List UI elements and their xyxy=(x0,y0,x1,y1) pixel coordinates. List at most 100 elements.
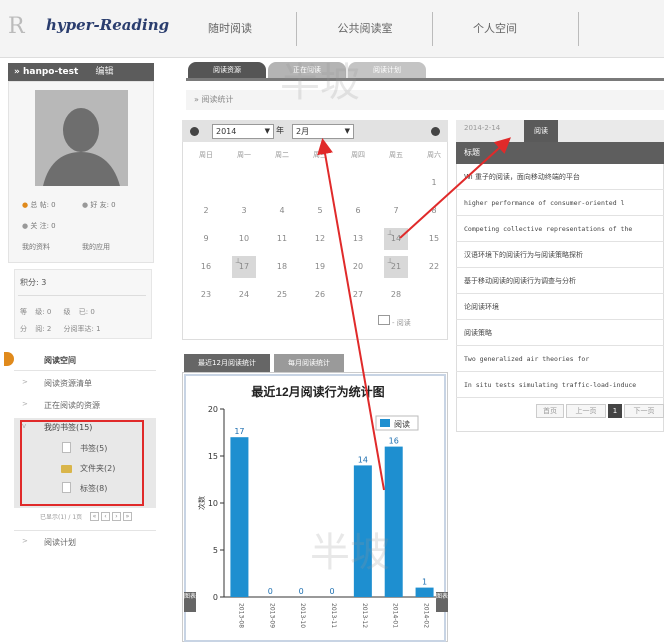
calendar-day-marked[interactable]: ⊥ 14 xyxy=(384,228,408,250)
x-tick-label: 2013-12 xyxy=(361,603,368,628)
calendar-day[interactable]: 28 xyxy=(384,284,408,306)
calendar-day[interactable]: 11 xyxy=(270,228,294,250)
my-profile-link[interactable]: 我的资料 xyxy=(22,242,50,252)
x-tick-label: 2013-11 xyxy=(330,603,337,628)
menu-resource-list[interactable]: 阅读资源清单 xyxy=(44,378,92,389)
reading-list-item[interactable]: Wi 重子的阅读，面向移动终端的平台 xyxy=(456,164,664,190)
calendar-day-number: 5 xyxy=(317,206,323,215)
weekday-label: 周三 xyxy=(313,151,327,159)
chart-side-button-right[interactable]: 图表 xyxy=(436,592,448,612)
calendar-day[interactable]: 12 xyxy=(308,228,332,250)
calendar-day[interactable]: 18 xyxy=(270,256,294,278)
tab-strip xyxy=(186,78,664,81)
calendar-day[interactable]: 15 xyxy=(422,228,446,250)
calendar-day-number: 9 xyxy=(203,234,209,243)
nav-item-public-room[interactable]: 公共阅读室 xyxy=(310,14,420,44)
reading-list-item[interactable]: 阅读策略 xyxy=(456,320,664,346)
watermark: 半坡 xyxy=(280,60,360,106)
bar-chart: 最近12月阅读行为统计图05101520次数阅读172013-0802013-0… xyxy=(197,384,440,628)
y-tick-label: 20 xyxy=(208,405,218,414)
legend-swatch xyxy=(380,419,390,427)
reading-list-item[interactable]: Two generalized air theories for xyxy=(456,346,664,372)
calendar-day[interactable]: 2 xyxy=(194,200,218,222)
calendar-day[interactable]: 26 xyxy=(308,284,332,306)
calendar-day-number: 13 xyxy=(352,234,364,243)
calendar-day[interactable]: 6 xyxy=(346,200,370,222)
menu-reading-space[interactable]: 阅读空间 xyxy=(44,355,76,366)
reading-list-item[interactable]: higher performance of consumer-oriented … xyxy=(456,190,664,216)
year-select[interactable]: 2014 ▼ xyxy=(212,124,274,139)
reading-list-item[interactable]: In situ tests simulating traffic-load-in… xyxy=(456,372,664,398)
nav-item-personal-space[interactable]: 个人空间 xyxy=(440,14,550,44)
calendar-day-number: 2 xyxy=(203,206,209,215)
chart-side-button-left[interactable]: 图表 xyxy=(184,592,196,612)
nav-divider xyxy=(432,12,433,46)
calendar-day-number: 15 xyxy=(428,234,440,243)
my-apps-link[interactable]: 我的应用 xyxy=(82,242,110,252)
menu-reading-plan[interactable]: 阅读计划 xyxy=(44,537,76,548)
calendar-day[interactable]: 24 xyxy=(232,284,256,306)
avatar[interactable] xyxy=(35,90,128,186)
calendar-day-marked[interactable]: ⊥ 21 xyxy=(384,256,408,278)
reading-tab[interactable]: 阅读 xyxy=(524,120,558,142)
reading-list-item[interactable]: Competing collective representations of … xyxy=(456,216,664,242)
calendar-day[interactable]: 27 xyxy=(346,284,370,306)
calendar-day[interactable]: 22 xyxy=(422,256,446,278)
reading-list-item[interactable]: 论阅读环境 xyxy=(456,294,664,320)
chevron-right-icon: » xyxy=(14,67,20,77)
last-page-icon[interactable]: » xyxy=(123,512,132,521)
edit-profile-link[interactable]: 编辑 xyxy=(95,67,113,77)
calendar-day-number: 4 xyxy=(279,206,285,215)
menu-reading-now[interactable]: 正在阅读的资源 xyxy=(44,400,100,411)
calendar-day[interactable]: 8 xyxy=(422,200,446,222)
chevron-right-icon: > xyxy=(22,378,28,386)
dot-icon: ● xyxy=(22,222,29,230)
next-page-button[interactable]: 下一页 xyxy=(624,404,664,418)
calendar-day-marked[interactable]: ⊥ 17 xyxy=(232,256,256,278)
calendar-day[interactable]: 4 xyxy=(270,200,294,222)
calendar-day-number: 11 xyxy=(276,234,288,243)
tab-resources[interactable]: 阅读资源 xyxy=(188,62,266,78)
calendar-day[interactable]: 5 xyxy=(308,200,332,222)
calendar-day[interactable]: 20 xyxy=(346,256,370,278)
nav-item-read-now[interactable]: 随时阅读 xyxy=(180,14,280,44)
prev-page-button[interactable]: 上一页 xyxy=(566,404,606,418)
prev-month-icon[interactable] xyxy=(190,127,199,136)
bar-value-label: 17 xyxy=(234,427,244,436)
calendar-day-number: 16 xyxy=(200,262,212,271)
tab-last-12-months[interactable]: 最近12月阅读统计 xyxy=(184,354,270,372)
calendar-day[interactable]: 1 xyxy=(422,172,446,194)
logo-mark: R xyxy=(8,14,25,39)
calendar-day-number: 20 xyxy=(352,262,364,271)
logo-text[interactable]: hyper-Reading xyxy=(46,16,169,34)
reading-list-item[interactable]: 汉语环境下的阅读行为与阅读策略探析 xyxy=(456,242,664,268)
calendar-day-number: 26 xyxy=(314,290,326,299)
reading-date: 2014-2-14 xyxy=(464,124,501,132)
y-tick-label: 10 xyxy=(208,499,218,508)
calendar-legend: - 阅读 xyxy=(392,319,411,327)
divider xyxy=(18,295,146,296)
reading-list-item[interactable]: 基于移动阅读的阅读行为调查与分析 xyxy=(456,268,664,294)
calendar-day[interactable]: 19 xyxy=(308,256,332,278)
month-select[interactable]: 2月 ▼ xyxy=(292,124,354,139)
watermark: 半坡 xyxy=(310,530,390,576)
x-tick-label: 2014-02 xyxy=(423,603,430,628)
calendar-day[interactable]: 23 xyxy=(194,284,218,306)
prev-page-icon[interactable]: ‹ xyxy=(101,512,110,521)
weekday-label: 周一 xyxy=(237,151,251,159)
calendar-day[interactable]: 7 xyxy=(384,200,408,222)
first-page-button[interactable]: 首页 xyxy=(536,404,564,418)
calendar-day[interactable]: 9 xyxy=(194,228,218,250)
tab-monthly[interactable]: 每月阅读统计 xyxy=(274,354,344,372)
first-page-icon[interactable]: « xyxy=(90,512,99,521)
calendar-day[interactable]: 10 xyxy=(232,228,256,250)
next-page-icon[interactable]: › xyxy=(112,512,121,521)
current-page-button[interactable]: 1 xyxy=(608,404,622,418)
calendar-day[interactable]: 3 xyxy=(232,200,256,222)
calendar-day[interactable]: 13 xyxy=(346,228,370,250)
menu-marker-icon xyxy=(4,352,14,366)
calendar-day[interactable]: 25 xyxy=(270,284,294,306)
reading-flag-icon: ⊥ xyxy=(235,257,242,265)
calendar-day[interactable]: 16 xyxy=(194,256,218,278)
next-month-icon[interactable] xyxy=(431,127,440,136)
